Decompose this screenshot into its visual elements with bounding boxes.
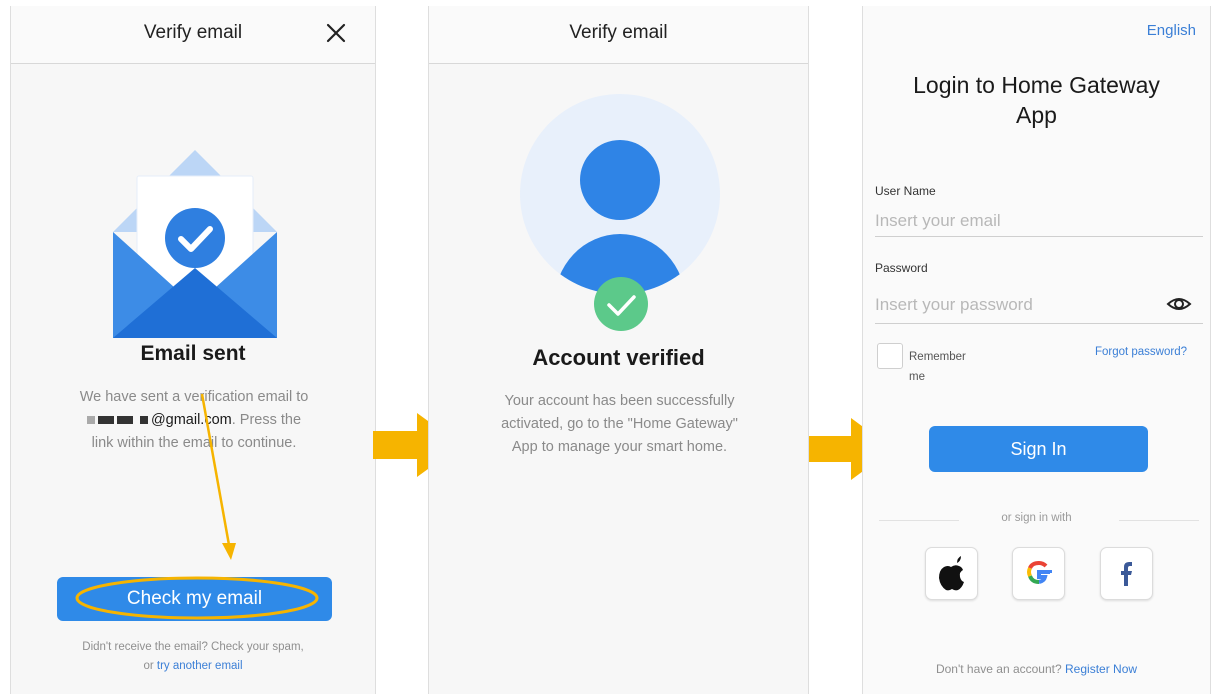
sign-in-button-label: Sign In: [1010, 439, 1067, 459]
remember-line: me: [909, 371, 925, 383]
facebook-icon: [1121, 562, 1132, 586]
header: Verify email: [429, 6, 808, 64]
annotation-highlight-ellipse: [75, 576, 319, 620]
annotation-overlay: [75, 393, 319, 620]
eye-icon[interactable]: [1166, 295, 1192, 313]
facebook-sign-in-button[interactable]: [1100, 547, 1153, 600]
login-screen: English Login to Home Gateway App User N…: [862, 6, 1211, 694]
register-now-link[interactable]: Register Now: [1065, 662, 1137, 676]
forgot-password-link[interactable]: Forgot password?: [1095, 346, 1187, 358]
username-input[interactable]: [875, 206, 1203, 237]
google-icon: [1027, 560, 1052, 584]
password-input[interactable]: [875, 286, 1203, 324]
or-sign-in-with-label: or sign in with: [1001, 512, 1072, 524]
account-verified-heading: Account verified: [532, 345, 705, 370]
remember-me-checkbox[interactable]: [877, 343, 903, 369]
sign-in-button[interactable]: Sign In: [929, 426, 1148, 472]
title-line: Login to Home Gateway: [913, 72, 1160, 98]
password-label: Password: [875, 261, 928, 275]
apple-sign-in-button[interactable]: [925, 547, 978, 600]
user-verified-icon: [520, 94, 720, 331]
annotation-arrowhead: [222, 543, 236, 560]
apple-icon: [939, 556, 964, 591]
annotation-pointer-line: [200, 393, 231, 546]
message-line: activated, go to the "Home Gateway": [501, 416, 738, 432]
account-verified-message: Your account has been successfully activ…: [439, 390, 800, 459]
message-line: App to manage your smart home.: [511, 439, 728, 455]
page-title: Verify email: [569, 22, 668, 43]
login-title: Login to Home Gateway App: [863, 70, 1210, 130]
register-prompt: Don't have an account? Register Now: [863, 662, 1210, 676]
no-account-text: Don't have an account?: [935, 662, 1062, 676]
title-line: App: [1016, 102, 1057, 128]
google-sign-in-button[interactable]: [1012, 547, 1065, 600]
divider: [1119, 520, 1199, 521]
account-verified-screen: Verify email Account verified Your accou…: [428, 6, 809, 694]
message-line: Your account has been successfully: [504, 393, 735, 409]
remember-line: Remember: [909, 351, 966, 363]
username-label: User Name: [875, 184, 936, 198]
remember-me-label: Remember me: [909, 347, 966, 387]
language-selector[interactable]: English: [1147, 22, 1196, 39]
